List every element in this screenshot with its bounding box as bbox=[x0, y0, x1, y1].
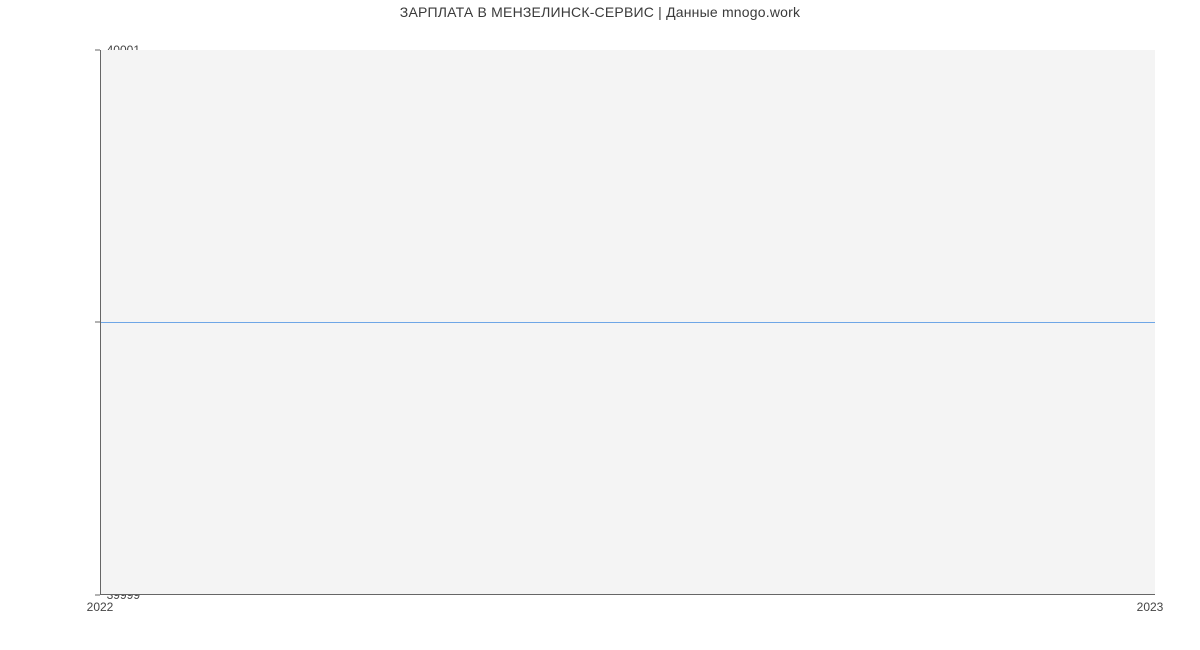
x-tick-label: 2022 bbox=[87, 600, 114, 614]
series-line-salary bbox=[101, 322, 1155, 323]
plot-area bbox=[100, 50, 1155, 595]
x-tick-label: 2023 bbox=[1137, 600, 1164, 614]
salary-chart: ЗАРПЛАТА В МЕНЗЕЛИНСК-СЕРВИС | Данные mn… bbox=[0, 0, 1200, 650]
chart-title: ЗАРПЛАТА В МЕНЗЕЛИНСК-СЕРВИС | Данные mn… bbox=[0, 0, 1200, 20]
